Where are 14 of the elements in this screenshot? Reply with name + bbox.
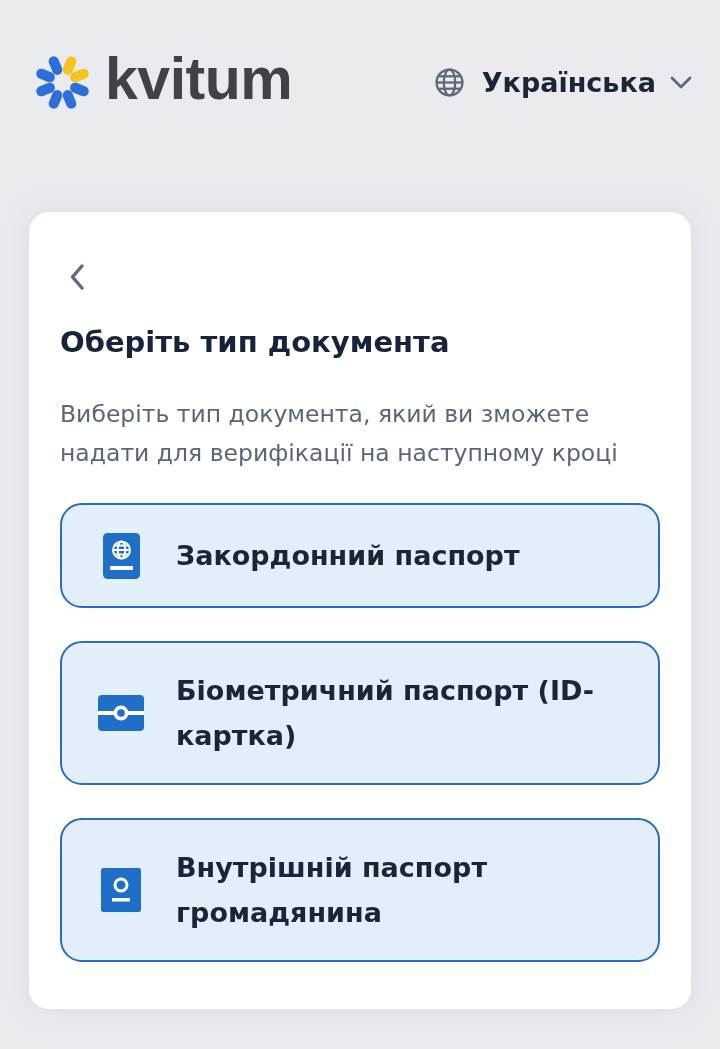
passport-icon: [102, 532, 140, 579]
chevron-left-icon: [70, 264, 84, 290]
document-option[interactable]: Біометричний паспорт (ID-картка): [60, 641, 660, 785]
page-title: Оберіть тип документа: [60, 324, 451, 361]
language-selector[interactable]: Українська: [434, 66, 692, 98]
document-option[interactable]: Внутрішній паспорт громадянина: [60, 818, 660, 962]
logo-text: kvitum: [105, 49, 293, 114]
id-card-icon: [98, 695, 144, 731]
page-description: Виберіть тип документа, який ви зможете надати для верифікації на наступному кроці: [60, 399, 619, 469]
id-document-icon: [101, 868, 141, 912]
globe-icon: [434, 67, 464, 97]
logo-icon: [34, 53, 91, 111]
document-option[interactable]: Закордонний паспорт: [60, 503, 660, 608]
chevron-down-icon: [670, 75, 692, 89]
